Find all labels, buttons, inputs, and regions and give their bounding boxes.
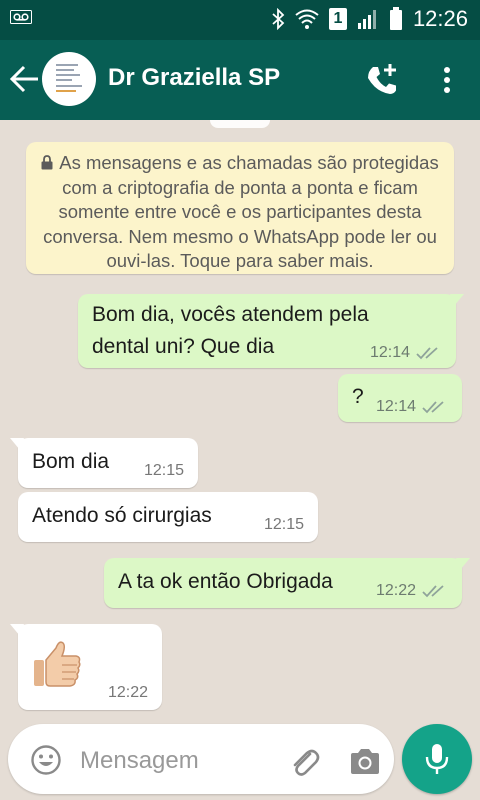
- contact-avatar[interactable]: [42, 52, 96, 106]
- message-input[interactable]: [80, 746, 280, 776]
- message-time: 12:22: [107, 684, 148, 701]
- message-composer[interactable]: [8, 724, 394, 794]
- message-bubble-outgoing[interactable]: Bom dia, vocês atendem pela dental uni? …: [78, 294, 464, 368]
- chat-header: Dr Graziella SP: [0, 40, 480, 120]
- double-check-icon: [422, 585, 444, 598]
- encryption-notice[interactable]: As mensagens e as chamadas são protegida…: [26, 142, 454, 274]
- message-text: dental uni? Que dia: [92, 335, 275, 358]
- composer-bar: [0, 720, 480, 800]
- battery-icon: [389, 7, 402, 30]
- message-text: A ta ok então Obrigada: [118, 570, 333, 593]
- message-bubble-outgoing[interactable]: ? 12:14: [338, 374, 462, 422]
- attach-icon[interactable]: [288, 746, 322, 780]
- more-options-icon[interactable]: [430, 62, 464, 98]
- message-bubble-outgoing[interactable]: A ta ok então Obrigada 12:22: [104, 558, 470, 608]
- camera-icon[interactable]: [348, 746, 382, 778]
- sim-1-icon: 1: [328, 8, 347, 30]
- wifi-icon: [295, 9, 319, 29]
- status-time: 12:26: [412, 6, 468, 31]
- message-bubble-incoming[interactable]: 12:22: [10, 624, 162, 710]
- message-bubble-incoming[interactable]: Bom dia 12:15: [10, 438, 198, 488]
- message-time: 12:22: [375, 582, 416, 599]
- message-text: Bom dia, vocês atendem pela: [92, 303, 369, 326]
- back-arrow-icon[interactable]: [8, 62, 42, 96]
- contact-name[interactable]: Dr Graziella SP: [108, 64, 280, 92]
- microphone-icon: [425, 744, 449, 774]
- double-check-icon: [422, 401, 444, 414]
- encryption-notice-text: As mensagens e as chamadas são protegida…: [43, 152, 439, 271]
- emoji-icon[interactable]: [30, 744, 62, 776]
- signal-icon: [357, 10, 376, 29]
- message-time: 12:15: [263, 516, 304, 533]
- chat-area[interactable]: As mensagens e as chamadas são protegida…: [0, 120, 480, 720]
- message-time: 12:15: [143, 462, 184, 479]
- status-bar: 1 12:26: [0, 0, 480, 40]
- date-chip: [210, 120, 270, 128]
- voicemail-icon: [10, 10, 32, 24]
- message-text: Bom dia: [32, 450, 110, 473]
- message-time: 12:14: [375, 398, 416, 415]
- lock-icon: [41, 155, 53, 170]
- microphone-button[interactable]: [402, 724, 472, 794]
- message-text: Atendo só cirurgias: [32, 504, 212, 527]
- message-bubble-incoming[interactable]: Atendo só cirurgias 12:15: [18, 492, 318, 542]
- message-time: 12:14: [369, 344, 410, 361]
- thumbs-up-icon: [34, 641, 81, 687]
- add-call-icon[interactable]: [364, 62, 400, 98]
- double-check-icon: [416, 347, 438, 360]
- bluetooth-icon: [272, 8, 285, 30]
- message-text: ?: [352, 385, 364, 408]
